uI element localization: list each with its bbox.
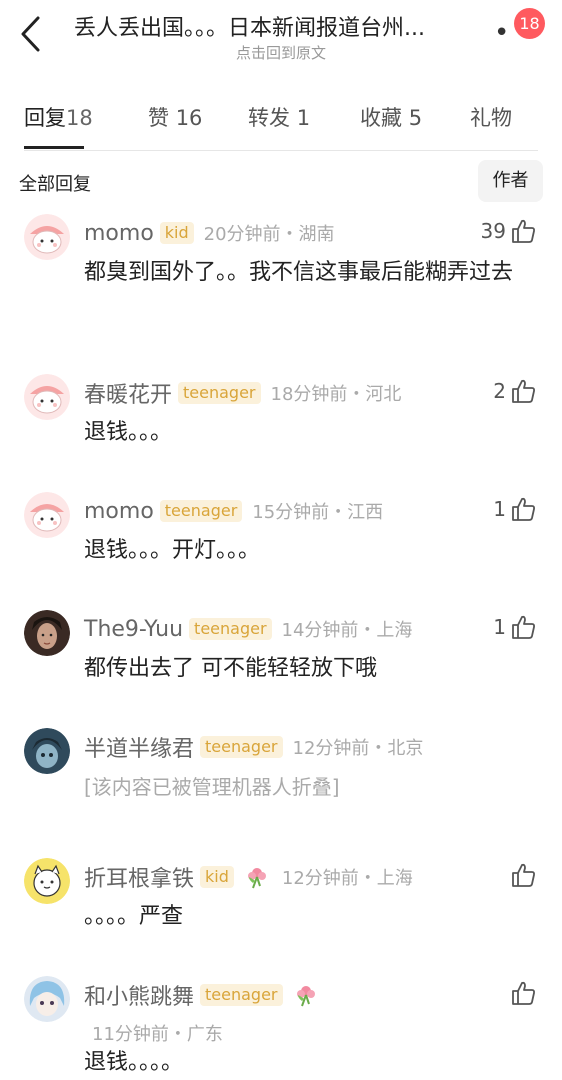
tab-count: 5 [408,106,423,130]
avatar[interactable] [24,610,70,656]
like-count: 1 [493,615,506,639]
comment-text: 都臭到国外了。。我不信这事最后能糊弄过去 [84,260,514,285]
comment-meta: momo kid 20分钟前・湖南 [84,218,335,248]
top-bar: 丢人丢出国。。。日本新闻报道台州... 点击回到原文 • • 18 [0,0,562,72]
comment-meta: momo teenager 15分钟前・江西 [84,496,383,526]
timestamp-location: 11分钟前・广东 [92,1024,223,1045]
timestamp-location: 15分钟前・江西 [252,502,384,523]
like-count: 39 [480,219,506,243]
thumbs-up-icon [512,497,535,521]
tab-label: 转发 [248,106,290,130]
comment-text: 退钱。。。。 [84,1050,184,1075]
flower-badge-icon [296,986,315,1007]
thumbs-up-icon [512,863,535,887]
timestamp-location: 14分钟前・上海 [281,620,413,641]
tab-count: 18 [66,106,93,130]
thumbs-up-icon [512,219,535,243]
user-tag: kid [159,222,194,244]
thumbs-up-icon [512,615,535,639]
comment-meta: 半道半缘君 teenager 12分钟前・北京 [84,732,423,762]
tab-likes[interactable]: 赞 16 [148,102,202,132]
like-button[interactable]: 1 [493,494,536,524]
username[interactable]: momo [84,499,154,524]
tab-replies[interactable]: 回复18 [24,102,93,132]
like-count: 2 [493,379,506,403]
tab-label: 收藏 [360,106,402,130]
avatar[interactable] [24,214,70,260]
avatar[interactable] [24,976,70,1022]
tab-bar: 回复18 赞 16 转发 1 收藏 5 礼物 [0,96,562,150]
timestamp-location: 20分钟前・湖南 [203,224,335,245]
timestamp-location: 12分钟前・上海 [281,868,413,889]
comment-text: 。。。。严查 [84,904,184,929]
author-filter-button[interactable]: 作者 [478,160,543,202]
notification-badge: 18 [514,8,545,39]
user-tag: teenager [178,382,261,404]
active-tab-indicator [24,146,84,149]
username[interactable]: 半道半缘君 [84,731,194,763]
like-button[interactable] [506,860,536,890]
comment-meta: 折耳根拿铁 kid 12分钟前・上海 [84,862,413,892]
timestamp-location: 18分钟前・河北 [270,384,402,405]
thumbs-up-icon [512,379,535,403]
tab-gifts[interactable]: 礼物 [470,102,512,132]
comment-text: 都传出去了 可不能轻轻放下哦 [84,656,377,681]
page-title[interactable]: 丢人丢出国。。。日本新闻报道台州... [74,10,474,42]
tab-label: 回复 [24,106,66,130]
divider [24,150,538,151]
username[interactable]: The9-Yuu [84,617,183,642]
user-tag: kid [200,866,234,888]
avatar[interactable] [24,728,70,774]
thumbs-up-icon [512,981,535,1005]
username[interactable]: 和小熊跳舞 [84,979,194,1011]
tab-label: 礼物 [470,106,512,130]
comment-text: 退钱。。。开灯。。。 [84,538,261,563]
comment-meta: 春暖花开 teenager 18分钟前・河北 [84,378,401,408]
folded-comment-notice[interactable]: [该内容已被管理机器人折叠] [84,768,544,806]
like-button[interactable] [506,978,536,1008]
all-replies-label: 全部回复 [19,174,91,195]
avatar[interactable] [24,374,70,420]
tab-reposts[interactable]: 转发 1 [248,102,310,132]
user-tag: teenager [159,500,243,522]
user-tag: teenager [200,736,283,758]
back-to-original-link[interactable]: 点击回到原文 [0,42,562,63]
user-tag: teenager [189,618,272,640]
comment-text: 退钱。。。 [84,420,173,445]
avatar[interactable] [24,492,70,538]
username[interactable]: 春暖花开 [84,377,172,409]
tab-label: 赞 [148,106,169,130]
username[interactable]: 折耳根拿铁 [84,861,194,893]
flower-badge-icon [247,868,266,889]
timestamp-location: 12分钟前・北京 [292,738,424,759]
like-count: 1 [493,497,506,521]
tab-favorites[interactable]: 收藏 5 [360,102,422,132]
tab-count: 1 [296,106,311,130]
comment-meta: 和小熊跳舞 teenager [84,980,331,1010]
comment-meta: The9-Yuu teenager 14分钟前・上海 [84,614,412,644]
user-tag: teenager [200,984,283,1006]
avatar[interactable] [24,858,70,904]
like-button[interactable]: 39 [481,216,536,246]
username[interactable]: momo [84,221,154,246]
like-button[interactable]: 1 [493,612,536,642]
like-button[interactable]: 2 [493,376,536,406]
tab-count: 16 [175,106,203,130]
